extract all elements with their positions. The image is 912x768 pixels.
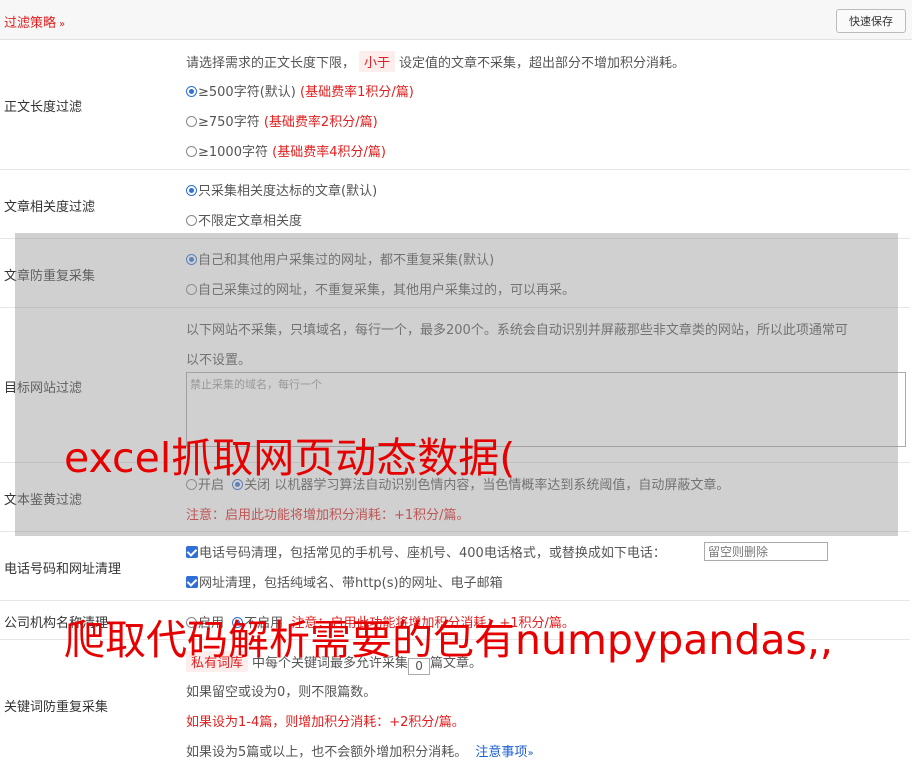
length-filter-row: 正文长度过滤 请选择需求的正文长度下限， 小于 设定值的文章不采集，超出部分不增加积… (0, 40, 910, 170)
phone-clean-label: 电话号码和网址清理 (4, 562, 122, 577)
url-clean-text: 网址清理，包括纯域名、带http(s)的网址、电子邮箱 (199, 576, 503, 591)
replacement-phone-input[interactable] (704, 542, 828, 561)
radio-button[interactable] (186, 116, 197, 127)
checkbox-checked[interactable] (186, 546, 198, 558)
option-label: ≥750字符 (198, 115, 260, 130)
gray-overlay (15, 233, 898, 536)
keyword-dedup-text-4: 如果设为5篇或以上，也不会额外增加积分消耗。 (186, 745, 468, 760)
radio-button-selected[interactable] (186, 86, 197, 97)
relevance-filter-label: 文章相关度过滤 (4, 200, 96, 215)
filter-header: 过滤策略» 快速保存 (0, 0, 912, 40)
chevron-down-icon: » (527, 748, 534, 759)
option-label: 不限定文章相关度 (198, 214, 303, 229)
option-label: ≥500字符(默认) (198, 85, 296, 100)
radio-button[interactable] (186, 146, 197, 157)
filter-strategy-title: 过滤策略 (4, 16, 57, 31)
watermark-line-1: excel抓取网页动态数据( (64, 434, 516, 482)
length-option-1000[interactable]: ≥1000字符 (基础费率4积分/篇) (186, 141, 386, 160)
length-option-750[interactable]: ≥750字符 (基础费率2积分/篇) (186, 111, 378, 130)
option-rate-note: (基础费率1积分/篇) (300, 85, 414, 100)
option-label: 只采集相关度达标的文章(默认) (198, 184, 378, 199)
watermark-line-2: 爬取代码解析需要的包有numpypandas,, (64, 616, 833, 664)
quick-save-button[interactable]: 快速保存 (836, 9, 906, 33)
radio-button-selected[interactable] (186, 185, 197, 196)
keyword-dedup-line2: 如果留空或设为0，则不限篇数。 (186, 685, 377, 700)
length-filter-label: 正文长度过滤 (4, 100, 83, 115)
length-filter-desc: 请选择需求的正文长度下限， 小于 设定值的文章不采集，超出部分不增加积分消耗。 (186, 51, 685, 72)
option-label: ≥1000字符 (198, 145, 268, 160)
keyword-dedup-line3: 如果设为1-4篇，则增加积分消耗：+2积分/篇。 (186, 715, 465, 730)
length-desc-text: 请选择需求的正文长度下限， (186, 56, 356, 71)
notes-link[interactable]: 注意事项» (475, 745, 533, 760)
url-clean-option[interactable]: 网址清理，包括纯域名、带http(s)的网址、电子邮箱 (186, 572, 503, 591)
keyword-dedup-line4: 如果设为5篇或以上，也不会额外增加积分消耗。 注意事项» (186, 741, 534, 760)
keyword-dedup-label: 关键词防重复采集 (4, 700, 109, 715)
relevance-option-unlimited[interactable]: 不限定文章相关度 (186, 210, 302, 229)
chevron-down-icon: » (59, 19, 66, 30)
checkbox-checked[interactable] (186, 576, 198, 588)
phone-clean-text: 电话号码清理，包括常见的手机号、座机号、400电话格式，或替换成如下电话： (199, 546, 666, 561)
option-rate-note: (基础费率4积分/篇) (272, 145, 386, 160)
phone-clean-option[interactable]: 电话号码清理，包括常见的手机号、座机号、400电话格式，或替换成如下电话： (186, 542, 666, 561)
radio-button[interactable] (186, 215, 197, 226)
relevance-option-qualified[interactable]: 只采集相关度达标的文章(默认) (186, 180, 377, 199)
length-desc-text-2: 设定值的文章不采集，超出部分不增加积分消耗。 (399, 56, 686, 71)
length-option-500[interactable]: ≥500字符(默认) (基础费率1积分/篇) (186, 81, 414, 100)
notes-link-label: 注意事项 (475, 745, 528, 760)
option-rate-note: (基础费率2积分/篇) (263, 115, 378, 130)
filter-strategy-toggle[interactable]: 过滤策略» (4, 12, 65, 31)
less-than-tag: 小于 (359, 51, 396, 72)
relevance-filter-row: 文章相关度过滤 只采集相关度达标的文章(默认) 不限定文章相关度 (0, 170, 910, 239)
